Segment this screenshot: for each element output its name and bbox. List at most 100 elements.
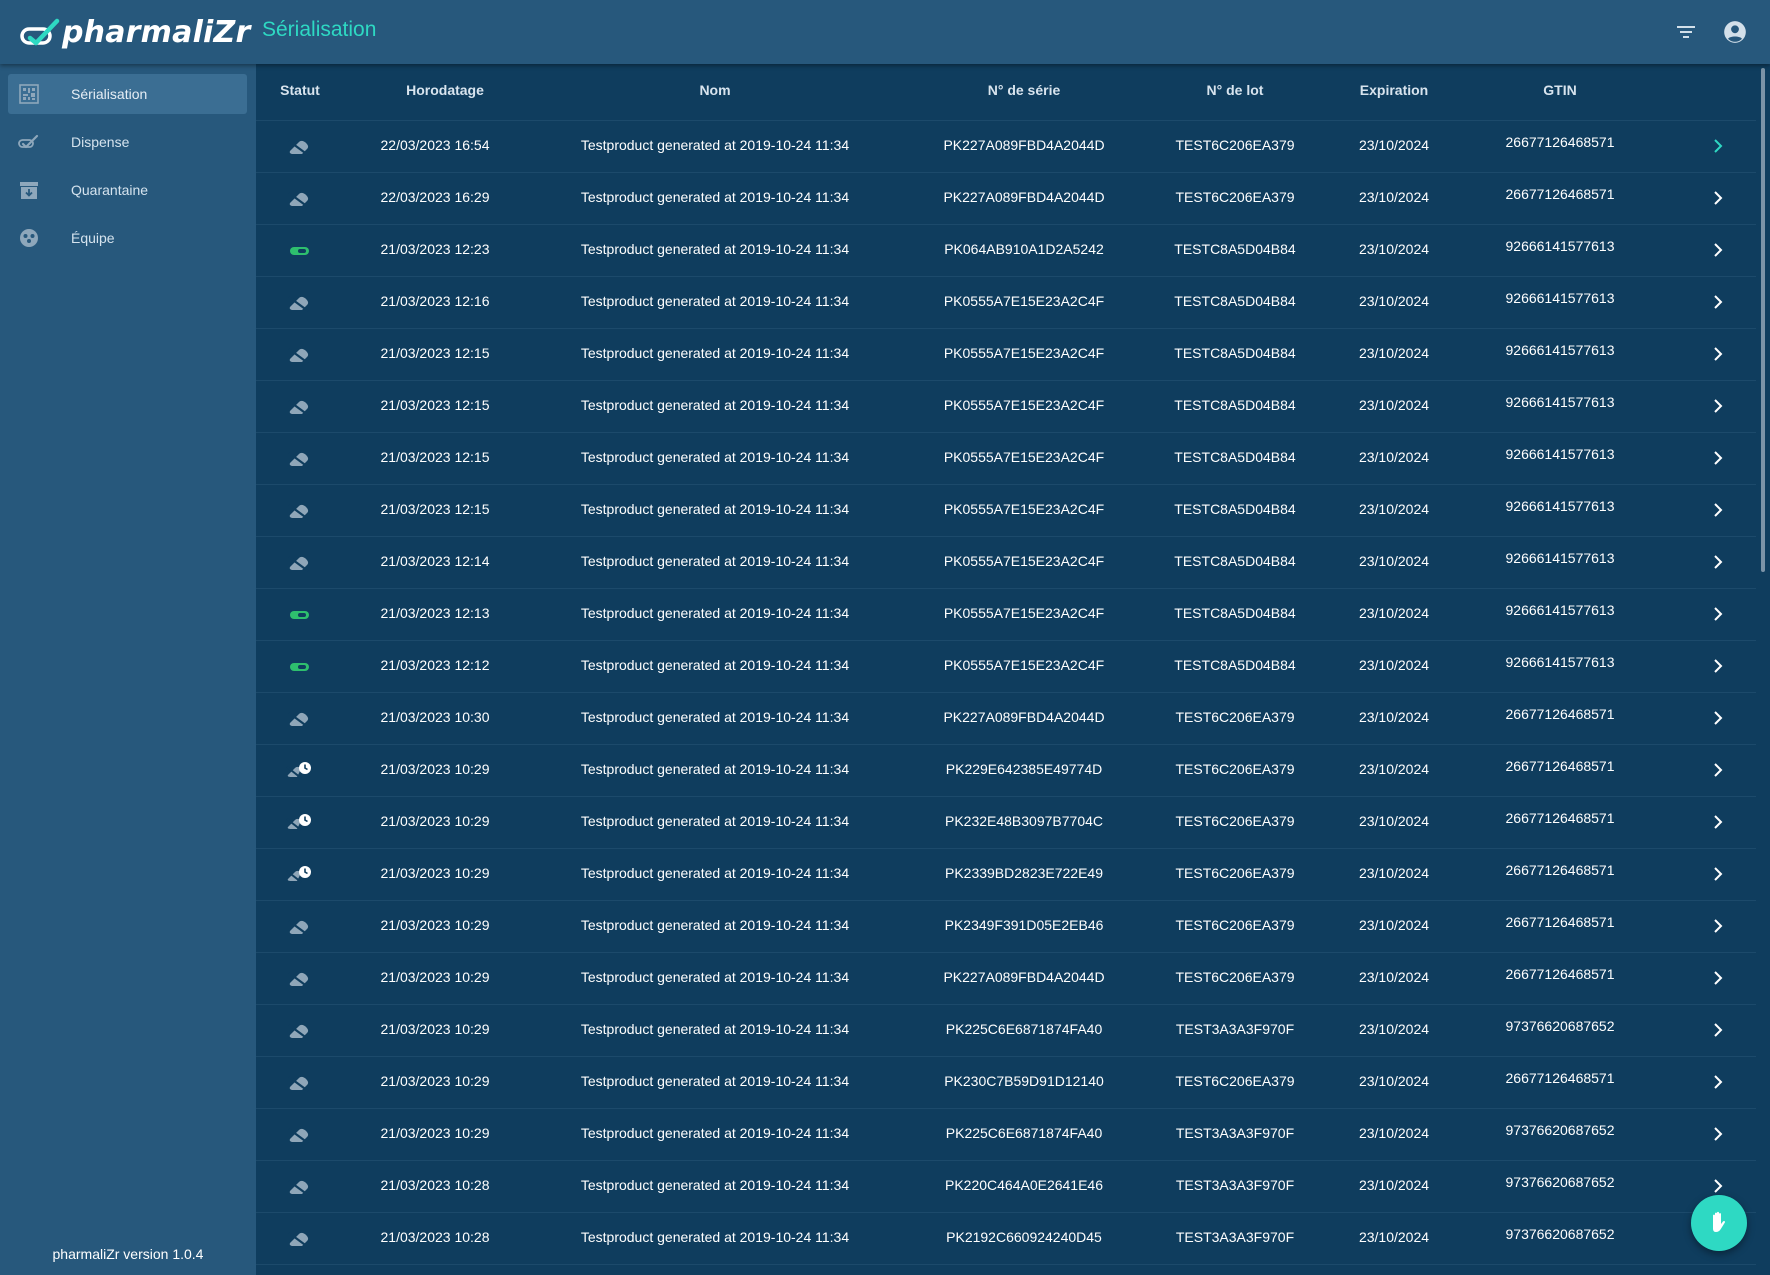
chevron-right-icon[interactable] bbox=[1710, 917, 1726, 935]
chevron-right-icon[interactable] bbox=[1710, 761, 1726, 779]
cell-serial: PK0555A7E15E23A2C4F bbox=[943, 501, 1105, 517]
table-row[interactable]: 21/03/2023 12:15 Testproduct generated at… bbox=[256, 380, 1756, 433]
pending-status-icon bbox=[286, 866, 311, 883]
column-header-lot[interactable]: N° de lot bbox=[1207, 82, 1264, 98]
chevron-right-icon[interactable] bbox=[1710, 553, 1726, 571]
chevron-right-icon[interactable] bbox=[1710, 501, 1726, 519]
column-header-gtin[interactable]: GTIN bbox=[1543, 82, 1576, 98]
chevron-right-icon[interactable] bbox=[1710, 449, 1726, 467]
table-row[interactable]: 21/03/2023 12:13 Testproduct generated at… bbox=[256, 588, 1756, 641]
table-row[interactable]: 21/03/2023 10:28 Testproduct generated at… bbox=[256, 1160, 1756, 1213]
column-header-expiration[interactable]: Expiration bbox=[1360, 82, 1428, 98]
cell-timestamp: 21/03/2023 12:15 bbox=[380, 449, 490, 465]
cell-lot: TEST6C206EA379 bbox=[1175, 813, 1295, 829]
chevron-right-icon[interactable] bbox=[1710, 969, 1726, 987]
cell-name: Testproduct generated at 2019-10-24 11:3… bbox=[580, 189, 850, 205]
cell-name: Testproduct generated at 2019-10-24 11:3… bbox=[580, 449, 850, 465]
cell-timestamp: 21/03/2023 12:14 bbox=[380, 553, 490, 569]
inactive-status-icon bbox=[288, 556, 309, 572]
cell-serial: PK0555A7E15E23A2C4F bbox=[943, 345, 1105, 361]
chevron-right-icon[interactable] bbox=[1710, 189, 1726, 207]
table-row[interactable]: 21/03/2023 10:29 Testproduct generated at… bbox=[256, 848, 1756, 901]
table-row[interactable]: 21/03/2023 12:15 Testproduct generated at… bbox=[256, 328, 1756, 381]
quarantine-icon bbox=[18, 179, 40, 201]
column-header-horodatage[interactable]: Horodatage bbox=[406, 82, 484, 98]
chevron-right-icon[interactable] bbox=[1710, 241, 1726, 259]
table-row[interactable]: 21/03/2023 12:16 Testproduct generated at… bbox=[256, 276, 1756, 329]
inactive-status-icon bbox=[288, 712, 309, 728]
chevron-right-icon[interactable] bbox=[1710, 345, 1726, 363]
cell-expiration: 23/10/2024 bbox=[1358, 865, 1430, 881]
table-row[interactable]: 21/03/2023 12:23 Testproduct generated at… bbox=[256, 224, 1756, 277]
chevron-right-icon[interactable] bbox=[1710, 1125, 1726, 1143]
app-version: pharmaliZr version 1.0.4 bbox=[52, 1246, 204, 1262]
cell-gtin: 26677126468571 bbox=[1505, 186, 1615, 202]
chevron-right-icon[interactable] bbox=[1710, 1177, 1726, 1195]
cell-lot: TEST6C206EA379 bbox=[1175, 969, 1295, 985]
table-row[interactable]: 21/03/2023 10:29 Testproduct generated at… bbox=[256, 1004, 1756, 1057]
chevron-right-icon[interactable] bbox=[1710, 605, 1726, 623]
cell-serial: PK2339BD2823E722E49 bbox=[944, 865, 1104, 881]
cell-expiration: 23/10/2024 bbox=[1358, 1177, 1430, 1193]
table-row[interactable]: 21/03/2023 10:29 Testproduct generated at… bbox=[256, 952, 1756, 1005]
cell-serial: PK0555A7E15E23A2C4F bbox=[943, 449, 1105, 465]
chevron-right-icon[interactable] bbox=[1710, 1021, 1726, 1039]
table-row[interactable]: 21/03/2023 10:28 Testproduct generated at… bbox=[256, 1212, 1756, 1265]
chevron-right-icon[interactable] bbox=[1710, 1073, 1726, 1091]
table-row[interactable]: 21/03/2023 12:12 Testproduct generated at… bbox=[256, 640, 1756, 693]
inactive-status-icon bbox=[288, 972, 309, 988]
cell-lot: TEST6C206EA379 bbox=[1175, 865, 1295, 881]
table-row[interactable]: 21/03/2023 12:15 Testproduct generated at… bbox=[256, 484, 1756, 537]
table-row[interactable]: 21/03/2023 10:29 Testproduct generated at… bbox=[256, 900, 1756, 953]
cell-name: Testproduct generated at 2019-10-24 11:3… bbox=[580, 1125, 850, 1141]
cell-lot: TEST6C206EA379 bbox=[1175, 1073, 1295, 1089]
cell-timestamp: 21/03/2023 10:29 bbox=[380, 761, 490, 777]
chevron-right-icon[interactable] bbox=[1710, 137, 1726, 155]
cell-timestamp: 22/03/2023 16:29 bbox=[380, 189, 490, 205]
chevron-right-icon[interactable] bbox=[1710, 865, 1726, 883]
table-row[interactable]: 21/03/2023 10:30 Testproduct generated at… bbox=[256, 692, 1756, 745]
chevron-right-icon[interactable] bbox=[1710, 397, 1726, 415]
vertical-scrollbar[interactable] bbox=[1761, 68, 1765, 572]
table-row[interactable]: 22/03/2023 16:54 Testproduct generated at… bbox=[256, 120, 1756, 173]
dispense-icon bbox=[18, 131, 40, 153]
cell-lot: TESTC8A5D04B84 bbox=[1174, 501, 1296, 517]
sidebar-item-quarantaine[interactable]: Quarantaine bbox=[8, 170, 247, 210]
sidebar-item-serialisation[interactable]: Sérialisation bbox=[8, 74, 247, 114]
column-header-serie[interactable]: N° de série bbox=[988, 82, 1061, 98]
account-circle-icon[interactable] bbox=[1722, 19, 1748, 45]
sidebar-item-equipe[interactable]: Équipe bbox=[8, 218, 247, 258]
app-logo[interactable]: pharmaliZr bbox=[20, 12, 251, 52]
table-row[interactable]: 21/03/2023 12:14 Testproduct generated at… bbox=[256, 536, 1756, 589]
cell-serial: PK229E642385E49774D bbox=[945, 761, 1103, 777]
cell-expiration: 23/10/2024 bbox=[1358, 241, 1430, 257]
cell-timestamp: 21/03/2023 12:16 bbox=[380, 293, 490, 309]
table-row[interactable]: 21/03/2023 12:15 Testproduct generated at… bbox=[256, 432, 1756, 485]
chevron-right-icon[interactable] bbox=[1710, 709, 1726, 727]
table-row[interactable]: 22/03/2023 16:29 Testproduct generated at… bbox=[256, 172, 1756, 225]
table-row[interactable]: 21/03/2023 10:29 Testproduct generated at… bbox=[256, 1108, 1756, 1161]
chevron-right-icon[interactable] bbox=[1710, 657, 1726, 675]
stop-action-button[interactable] bbox=[1691, 1195, 1747, 1251]
cell-lot: TEST6C206EA379 bbox=[1175, 137, 1295, 153]
cell-lot: TEST6C206EA379 bbox=[1175, 761, 1295, 777]
sidebar-item-label: Équipe bbox=[71, 230, 115, 246]
chevron-right-icon[interactable] bbox=[1710, 813, 1726, 831]
table-row[interactable]: 21/03/2023 10:29 Testproduct generated at… bbox=[256, 744, 1756, 797]
cell-serial: PK064AB910A1D2A5242 bbox=[944, 241, 1104, 257]
cell-timestamp: 21/03/2023 10:28 bbox=[380, 1229, 490, 1245]
column-header-nom[interactable]: Nom bbox=[699, 82, 730, 98]
active-status-icon bbox=[290, 611, 309, 619]
chevron-right-icon[interactable] bbox=[1710, 293, 1726, 311]
cell-timestamp: 21/03/2023 10:29 bbox=[380, 969, 490, 985]
cell-expiration: 23/10/2024 bbox=[1358, 189, 1430, 205]
column-header-statut[interactable]: Statut bbox=[280, 82, 320, 98]
table-row[interactable]: 21/03/2023 10:29 Testproduct generated at… bbox=[256, 1056, 1756, 1109]
table-row[interactable]: 21/03/2023 10:29 Testproduct generated at… bbox=[256, 796, 1756, 849]
cell-timestamp: 21/03/2023 10:30 bbox=[380, 709, 490, 725]
sidebar-item-dispense[interactable]: Dispense bbox=[8, 122, 247, 162]
cell-name: Testproduct generated at 2019-10-24 11:3… bbox=[580, 1177, 850, 1193]
filter-icon[interactable] bbox=[1674, 20, 1698, 44]
cell-name: Testproduct generated at 2019-10-24 11:3… bbox=[580, 345, 850, 361]
inactive-status-icon bbox=[288, 400, 309, 416]
